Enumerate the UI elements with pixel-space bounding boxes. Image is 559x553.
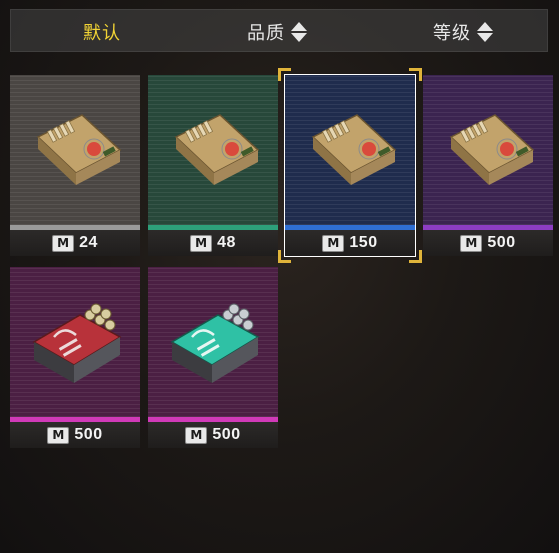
m-coin-icon: M [52,234,75,252]
item-art [10,267,140,417]
ammo-box-icon [174,114,260,185]
item-card[interactable]: M 500 [10,267,140,448]
ammo-case-teal-icon [170,303,260,383]
selection-corner [278,68,291,81]
sort-level-label: 等级 [433,22,471,43]
item-price: 24 [79,234,98,251]
item-card[interactable]: M 48 [148,75,278,256]
ammo-box-icon [36,114,122,185]
price-tag: M 48 [148,230,278,256]
m-coin-icon: M [322,234,345,252]
sort-bar: 默认 品质 等级 [10,9,548,52]
sort-default-label: 默认 [83,22,121,43]
item-art [423,75,553,225]
sort-level-tab[interactable]: 等级 [433,10,493,53]
ammo-box-icon [449,114,535,185]
m-coin-icon: M [47,426,70,444]
price-tag: M 500 [10,422,140,448]
sort-quality-label: 品质 [247,22,285,43]
sort-toggle-icon [291,21,307,43]
item-card-selected[interactable]: M 150 [278,68,422,263]
price-tag: M 150 [285,230,415,256]
price-tag: M 24 [10,230,140,256]
m-coin-icon: M [460,234,483,252]
price-tag: M 500 [148,422,278,448]
item-price: 500 [212,426,241,443]
price-tag: M 500 [423,230,553,256]
item-art [148,267,278,417]
selection-corner [409,68,422,81]
item-price: 48 [217,234,236,251]
selection-corner [409,250,422,263]
item-price: 500 [74,426,103,443]
ammo-box-icon [311,114,397,185]
item-price: 150 [349,234,378,251]
sort-toggle-icon [477,21,493,43]
m-coin-icon: M [190,234,213,252]
item-price: 500 [487,234,516,251]
item-art [10,75,140,225]
sort-default-tab[interactable]: 默认 [83,10,121,53]
ammo-case-red-icon [32,303,122,383]
item-card[interactable]: M 500 [423,75,553,256]
item-card[interactable]: M 500 [148,267,278,448]
selection-corner [278,250,291,263]
m-coin-icon: M [185,426,208,444]
item-card[interactable]: M 24 [10,75,140,256]
item-art [285,75,415,225]
sort-quality-tab[interactable]: 品质 [247,10,307,53]
item-art [148,75,278,225]
